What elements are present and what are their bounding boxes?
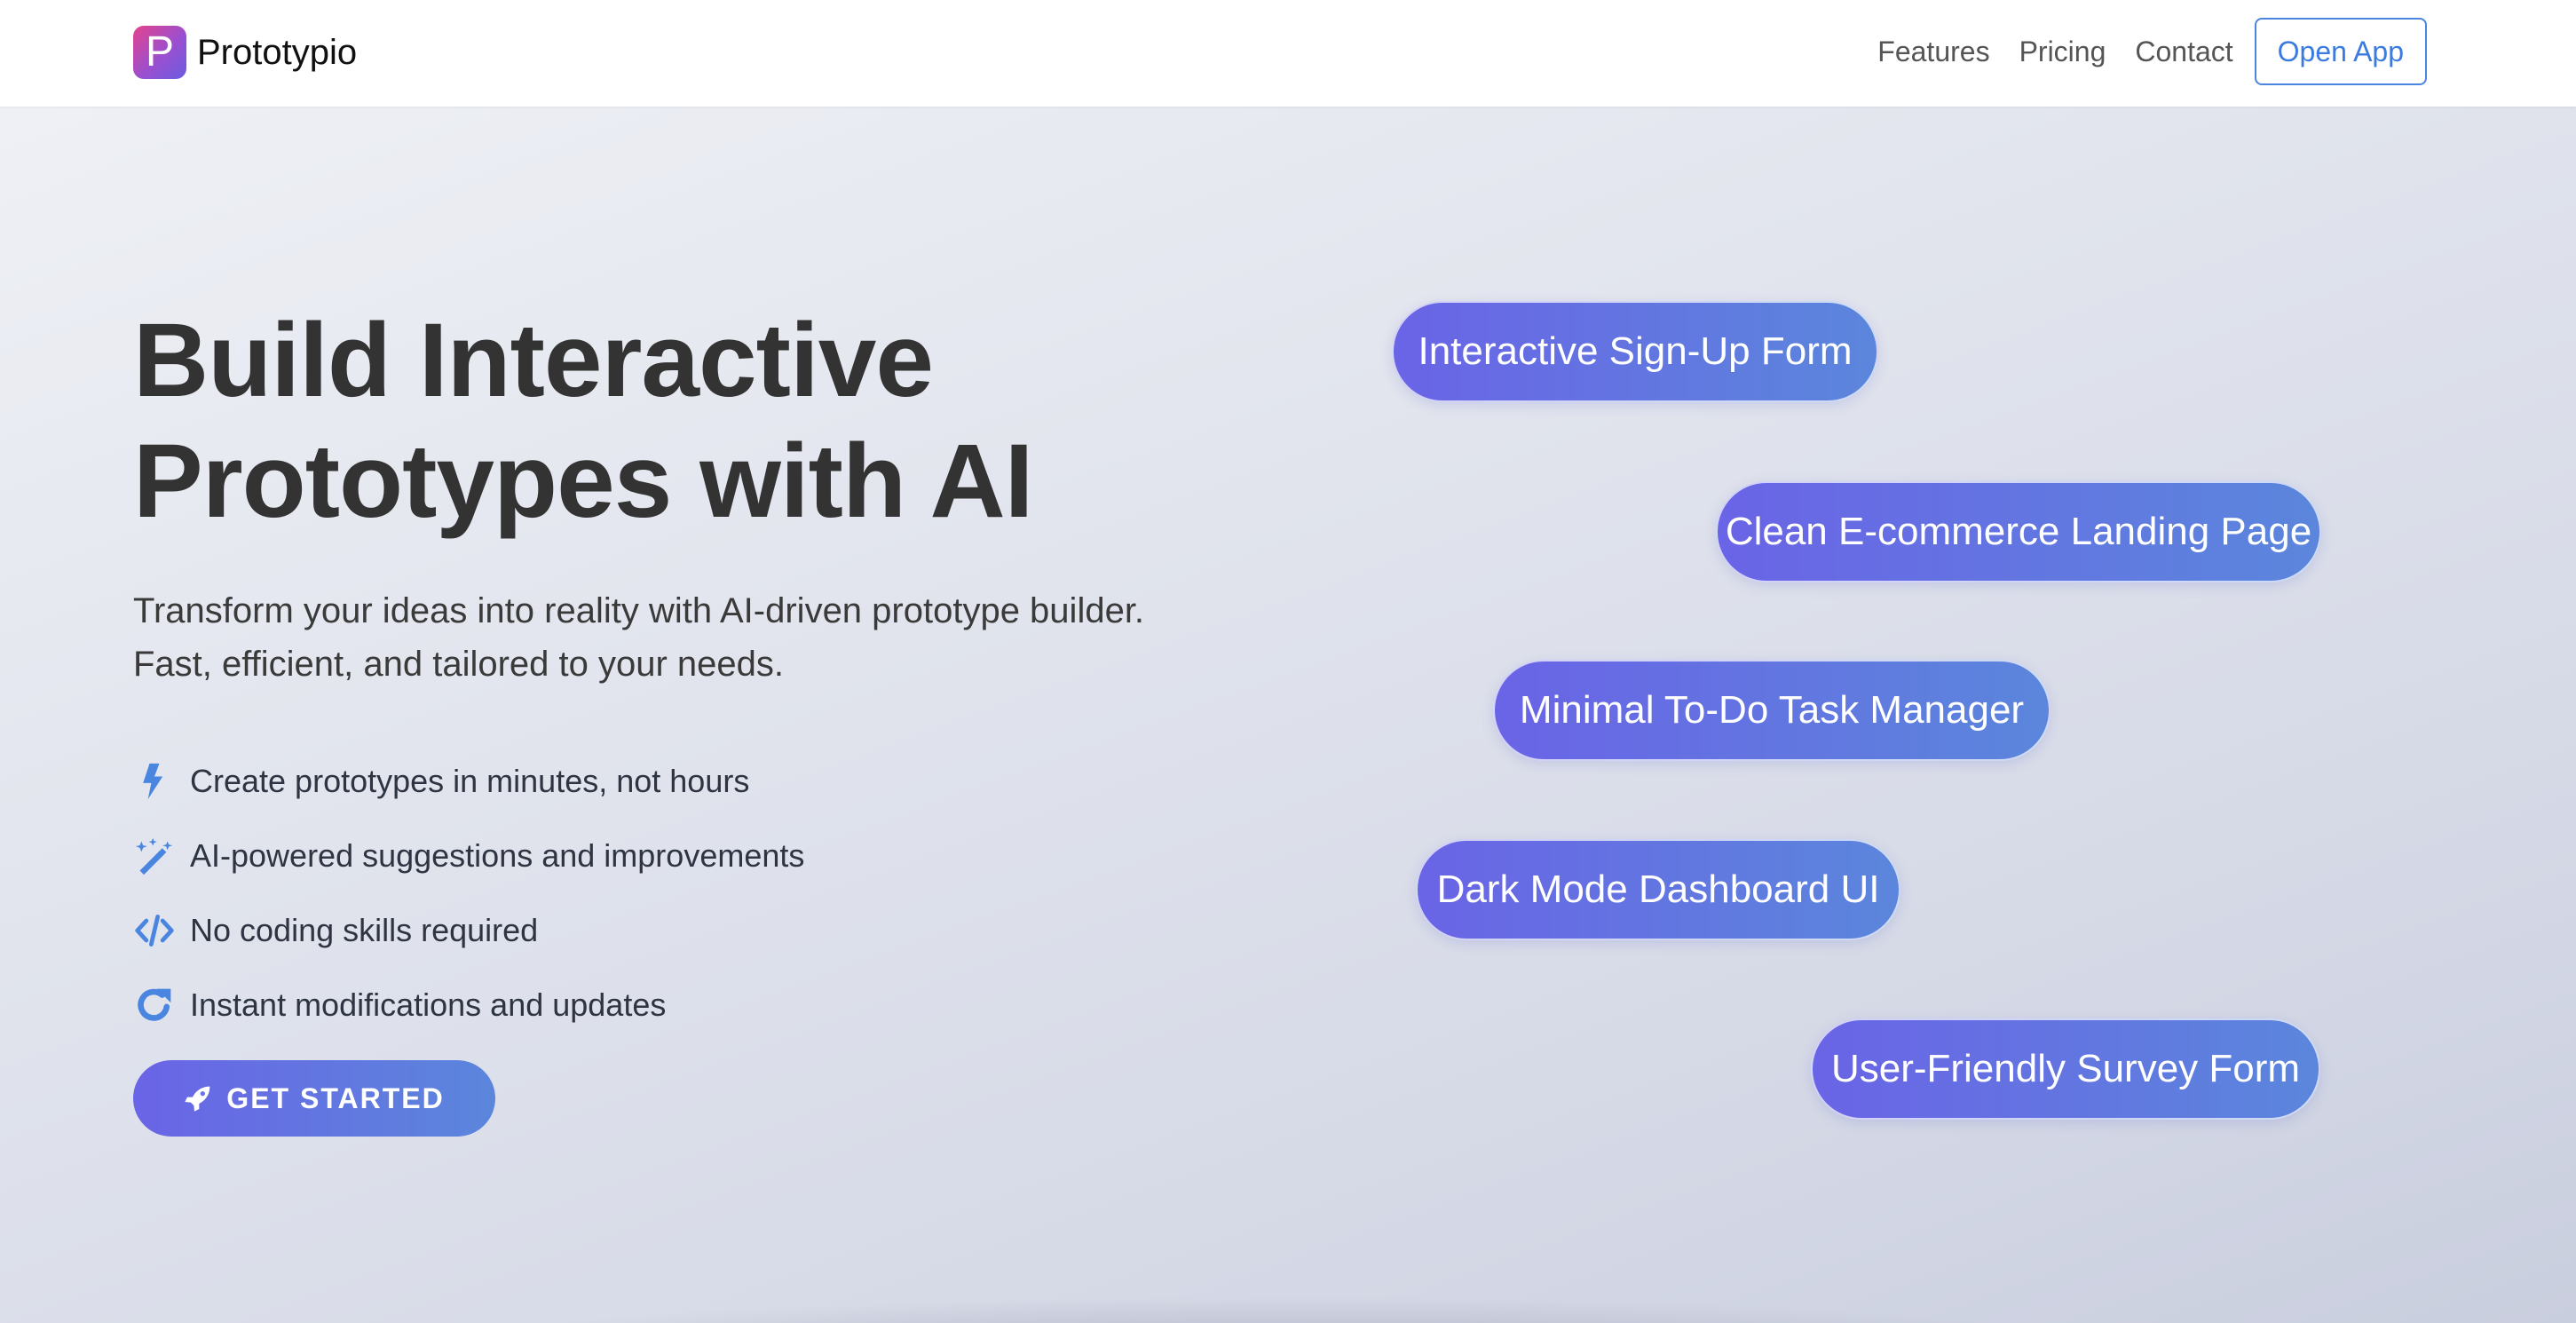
feature-text: No coding skills required bbox=[190, 912, 539, 948]
feature-item: AI-powered suggestions and improvements bbox=[133, 819, 1198, 893]
hero-subtitle: Transform your ideas into reality with A… bbox=[133, 584, 1287, 691]
get-started-label: GET STARTED bbox=[226, 1081, 445, 1114]
open-app-button[interactable]: Open App bbox=[2254, 18, 2427, 85]
nav-link-pricing[interactable]: Pricing bbox=[2019, 36, 2106, 68]
feature-item: Instant modifications and updates bbox=[133, 968, 1198, 1042]
example-pill-signup-form[interactable]: Interactive Sign-Up Form bbox=[1392, 301, 1878, 402]
nav-link-features[interactable]: Features bbox=[1877, 36, 1989, 68]
code-icon bbox=[133, 909, 176, 952]
feature-item: No coding skills required bbox=[133, 893, 1198, 968]
example-pill-ecommerce-landing[interactable]: Clean E-commerce Landing Page bbox=[1716, 481, 2321, 582]
navbar: P Prototypio Features Pricing Contact Op… bbox=[0, 0, 2576, 107]
feature-text: AI-powered suggestions and improvements bbox=[190, 837, 805, 874]
brand-name: Prototypio bbox=[197, 32, 358, 72]
bolt-icon bbox=[133, 760, 176, 803]
feature-list: Create prototypes in minutes, not hours … bbox=[133, 744, 1198, 1042]
hero-title: Build Interactive Prototypes with AI bbox=[133, 300, 1287, 542]
refresh-icon bbox=[133, 984, 176, 1026]
preview-shadow bbox=[426, 1296, 2130, 1323]
hero-title-line-1: Build Interactive bbox=[133, 302, 934, 419]
magic-wand-icon bbox=[133, 835, 176, 877]
rocket-icon bbox=[185, 1086, 210, 1112]
hero-subtitle-line-2: Fast, efficient, and tailored to your ne… bbox=[133, 645, 785, 684]
feature-text: Create prototypes in minutes, not hours bbox=[190, 763, 750, 799]
hero-section: Build Interactive Prototypes with AI Tra… bbox=[0, 107, 2576, 1323]
brand-link[interactable]: P Prototypio bbox=[133, 25, 357, 80]
get-started-button[interactable]: GET STARTED bbox=[133, 1060, 495, 1137]
nav-links: Features Pricing Contact Open App bbox=[1877, 18, 2427, 85]
hero-subtitle-line-1: Transform your ideas into reality with A… bbox=[133, 591, 1145, 630]
brand-logo: P bbox=[133, 26, 186, 79]
example-pill-dark-dashboard[interactable]: Dark Mode Dashboard UI bbox=[1416, 839, 1900, 940]
hero-title-line-2: Prototypes with AI bbox=[133, 423, 1033, 540]
example-pill-todo-manager[interactable]: Minimal To-Do Task Manager bbox=[1493, 660, 2051, 761]
feature-item: Create prototypes in minutes, not hours bbox=[133, 744, 1198, 819]
feature-text: Instant modifications and updates bbox=[190, 986, 667, 1023]
nav-link-contact[interactable]: Contact bbox=[2135, 36, 2232, 68]
example-pill-survey-form[interactable]: User-Friendly Survey Form bbox=[1811, 1018, 2320, 1120]
